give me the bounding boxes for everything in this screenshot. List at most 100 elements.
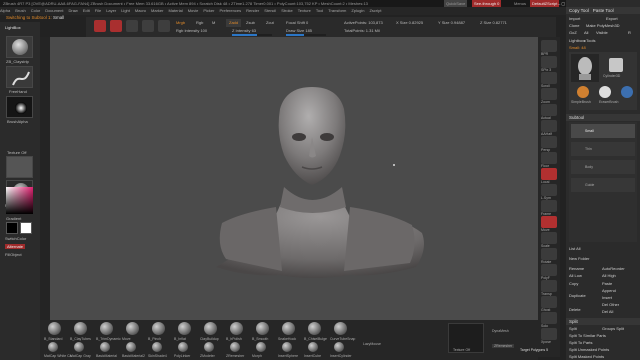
split-hidden-button[interactable]: Split [569,326,577,331]
menu-file[interactable]: File [95,8,101,13]
rgb-toggle[interactable]: Rgb [196,19,203,27]
goz-all-button[interactable]: All [584,30,588,35]
import-button[interactable]: Import [569,16,580,21]
brush-slot-9[interactable] [282,322,295,335]
brush-slot-10[interactable] [308,322,321,335]
material-slot-9[interactable] [282,342,292,352]
goz-button[interactable]: GoZ [569,30,577,35]
make-polymesh-button[interactable]: Make PolyMesh3D [586,23,620,28]
draw-button[interactable] [110,20,122,32]
brush-thumbnail[interactable] [6,36,33,58]
rgb-intensity-slider[interactable]: Rgb Intensity 100 [176,27,207,35]
eraserbrush-icon[interactable] [599,86,611,98]
groups-split-button[interactable]: Groups Split [602,326,624,331]
del-all-button[interactable]: Del All [602,309,613,314]
zadd-toggle[interactable]: Zadd [226,19,242,27]
material-slot-0[interactable] [48,342,58,352]
edit-button[interactable] [94,20,106,32]
menu-brush[interactable]: Brush [15,8,25,13]
shelf-button-aahalf[interactable]: AAHalf [541,120,557,136]
material-slot-2[interactable] [100,342,110,352]
new-folder-button[interactable]: New Folder [569,256,589,261]
material-slot-4[interactable] [152,342,162,352]
quicksave-button[interactable]: QuickSave [444,0,468,7]
copy-button[interactable]: Copy [569,281,578,286]
menu-tool[interactable]: Tool [316,8,323,13]
brush-slot-0[interactable] [48,322,61,335]
dynamesh-button[interactable]: DynaMesh [492,329,509,333]
menus-button[interactable]: Menus [512,0,528,7]
shelf-button-scroll[interactable]: Scroll [541,72,557,88]
lightbox-button[interactable]: LightBox [5,25,21,30]
menu-marker[interactable]: Marker [151,8,163,13]
brush-slot-8[interactable] [256,322,269,335]
rotate-button[interactable] [158,20,170,32]
zsub-toggle[interactable]: Zsub [246,19,255,27]
delete-button[interactable]: Delete [569,307,581,312]
subtool-item-thin[interactable]: Thin [571,142,635,156]
scale-button[interactable] [142,20,154,32]
material-slot-6[interactable] [204,342,214,352]
menu-render[interactable]: Render [246,8,259,13]
all-low-button[interactable]: All Low [569,273,582,278]
subtool-item-body[interactable]: Body [571,160,635,174]
menu-zscript[interactable]: Zscript [369,8,381,13]
fill-object-button[interactable]: FillObject [5,252,22,257]
viewport-canvas[interactable] [50,37,538,320]
shelf-button-persp[interactable]: Persp [541,136,557,152]
move-button[interactable] [126,20,138,32]
brush-slot-11[interactable] [334,322,347,335]
shelf-button-bpr[interactable]: BPR [541,40,557,56]
menu-preferences[interactable]: Preferences [220,8,242,13]
mrgb-toggle[interactable]: Mrgb [176,19,185,27]
alpha-thumbnail[interactable] [6,96,33,118]
menu-stencil[interactable]: Stencil [264,8,276,13]
export-button[interactable]: Export [606,16,618,21]
lazymouse-button[interactable]: LazyMouse [363,342,381,346]
color-picker[interactable] [6,187,33,214]
shelf-button-polyf[interactable]: PolyF [541,264,557,280]
main-color-swatch[interactable] [6,222,18,234]
insert-button[interactable]: Insert [602,295,612,300]
material-slot-10[interactable] [308,342,318,352]
tool-small-thumb[interactable] [571,54,599,82]
rename-button[interactable]: Rename [569,266,584,271]
split-unmasked-button[interactable]: Split Unmasked Points [569,347,609,352]
menu-edit[interactable]: Edit [83,8,90,13]
menu-texture[interactable]: Texture [298,8,311,13]
menu-material[interactable]: Material [168,8,182,13]
menu-stroke[interactable]: Stroke [281,8,293,13]
focal-shift-slider[interactable]: Focal Shift 0 [286,19,308,27]
shelf-button-transp[interactable]: Transp [541,280,557,296]
split-similar-button[interactable]: Split To Similar Parts [569,333,606,338]
list-all-button[interactable]: List All [569,246,581,251]
zcut-toggle[interactable]: Zcut [266,19,274,27]
subtool-item-small[interactable]: Small [571,124,635,138]
clone-button[interactable]: Clone [569,23,579,28]
split-masked-button[interactable]: Split Masked Points [569,354,604,359]
material-slot-1[interactable] [74,342,84,352]
menu-picker[interactable]: Picker [203,8,214,13]
texture-preview[interactable]: Texture Off [448,323,484,353]
default-zscript-button[interactable]: DefaultZScript [530,0,560,7]
subtool-header[interactable]: Subtool [566,114,640,121]
brush-slot-1[interactable] [74,322,87,335]
menu-macro[interactable]: Macro [135,8,146,13]
shelf-button-spix-3[interactable]: SPix 3 [541,56,557,72]
menu-movie[interactable]: Movie [188,8,199,13]
brush-slot-5[interactable] [178,322,191,335]
shelf-button-local[interactable]: Local [541,168,557,184]
menu-document[interactable]: Document [45,8,63,13]
zremesher-button[interactable]: ZRemesher [492,344,515,348]
menu-layer[interactable]: Layer [106,8,116,13]
alternate-button[interactable]: Alternate [5,244,26,249]
brush-slot-3[interactable] [126,322,139,335]
all-high-button[interactable]: All High [602,273,616,278]
see-through-slider[interactable]: See-through 0 [472,0,502,7]
menu-draw[interactable]: Draw [68,8,77,13]
lightbox-tools-button[interactable]: Lightbox▸Tools [569,38,595,43]
material-slot-7[interactable] [230,342,240,352]
shelf-button-frame[interactable]: Frame [541,200,557,216]
shelf-button-rotate[interactable]: Rotate [541,248,557,264]
material-slot-11[interactable] [334,342,344,352]
